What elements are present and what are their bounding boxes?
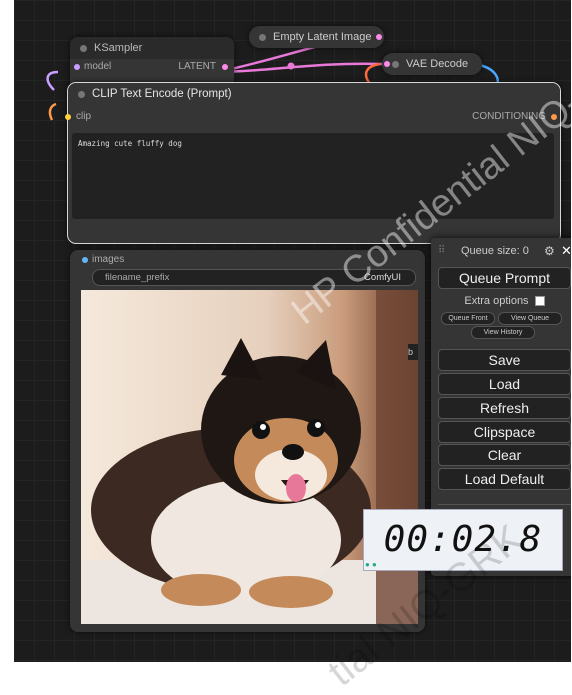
load-default-button[interactable]: Load Default <box>438 468 571 490</box>
link-reroute-dot <box>287 62 295 70</box>
latent-output-label: LATENT <box>178 61 216 72</box>
view-queue-button[interactable]: View Queue <box>498 312 562 325</box>
clip-node-title-text: CLIP Text Encode (Prompt) <box>92 88 232 100</box>
timer-controls[interactable]: ● ● <box>365 560 377 569</box>
ksampler-title[interactable]: KSampler <box>70 37 234 59</box>
conditioning-output-port[interactable] <box>551 114 557 120</box>
gear-icon[interactable]: ⚙ <box>544 238 555 264</box>
node-collapse-dot[interactable] <box>80 45 87 52</box>
ksampler-title-text: KSampler <box>94 42 143 54</box>
filename-prefix-label: filename_prefix <box>105 272 170 283</box>
save-image-ports: images <box>70 250 425 268</box>
clip-node-title[interactable]: CLIP Text Encode (Prompt) <box>68 83 560 105</box>
queue-prompt-button[interactable]: Queue Prompt <box>438 267 571 289</box>
samples-input-port[interactable] <box>384 61 390 67</box>
queue-panel-header[interactable]: ⠿ Queue size: 0 ⚙ ✕ <box>431 238 571 264</box>
save-image-node[interactable]: images filename_prefix ComfyUI <box>70 250 425 632</box>
ksampler-ports: model LATENT <box>70 59 234 75</box>
link-model-in <box>46 70 59 91</box>
filename-prefix-value: ComfyUI <box>364 272 401 283</box>
vae-decode-node[interactable]: VAE Decode <box>382 53 482 75</box>
generated-image-preview[interactable] <box>81 290 418 624</box>
view-history-button[interactable]: View History <box>471 326 535 339</box>
empty-latent-title-text: Empty Latent Image <box>273 31 372 43</box>
close-icon[interactable]: ✕ <box>561 238 571 264</box>
latent-output-port[interactable] <box>222 64 228 70</box>
timer-display: 00:02.8 <box>363 509 563 571</box>
images-input-port[interactable] <box>82 257 88 263</box>
empty-latent-node[interactable]: Empty Latent Image <box>249 26 384 48</box>
clear-button[interactable]: Clear <box>438 444 571 466</box>
conditioning-output-label: CONDITIONING <box>472 111 546 122</box>
checkbox-icon[interactable] <box>534 296 545 307</box>
refresh-button[interactable]: Refresh <box>438 397 571 419</box>
queue-size-text: Queue size: 0 <box>461 245 529 257</box>
node-collapse-dot[interactable] <box>392 61 399 68</box>
partial-node-label: b <box>408 344 418 360</box>
node-collapse-dot[interactable] <box>259 34 266 41</box>
queue-front-button[interactable]: Queue Front <box>441 312 495 325</box>
model-input-label: model <box>84 61 112 72</box>
link-clip-in <box>48 102 57 121</box>
model-input-port[interactable] <box>74 64 80 70</box>
panel-divider <box>438 504 571 505</box>
filename-prefix-widget[interactable]: filename_prefix ComfyUI <box>92 269 416 286</box>
clip-input-label: clip <box>76 111 92 122</box>
clipspace-button[interactable]: Clipspace <box>438 421 571 443</box>
extra-options-label: Extra options <box>464 295 529 307</box>
drag-handle-icon[interactable]: ⠿ <box>438 238 445 264</box>
vae-decode-title-text: VAE Decode <box>406 58 469 70</box>
vae-decode-title[interactable]: VAE Decode <box>382 53 482 75</box>
save-button[interactable]: Save <box>438 349 571 371</box>
link-latent-to-vae <box>217 62 383 74</box>
clip-node-ports: clip CONDITIONING <box>65 109 560 125</box>
empty-latent-title[interactable]: Empty Latent Image <box>249 26 384 48</box>
latent-output-port[interactable] <box>376 34 382 40</box>
clip-text-encode-node[interactable]: CLIP Text Encode (Prompt) clip CONDITION… <box>65 82 561 244</box>
node-collapse-dot[interactable] <box>78 91 85 98</box>
prompt-textarea[interactable]: Amazing cute fluffy dog <box>72 133 554 219</box>
images-input-label: images <box>92 254 125 265</box>
dog-illustration <box>81 290 418 624</box>
clip-input-port[interactable] <box>65 114 71 120</box>
extra-options-row: Extra options <box>431 295 571 307</box>
load-button[interactable]: Load <box>438 373 571 395</box>
